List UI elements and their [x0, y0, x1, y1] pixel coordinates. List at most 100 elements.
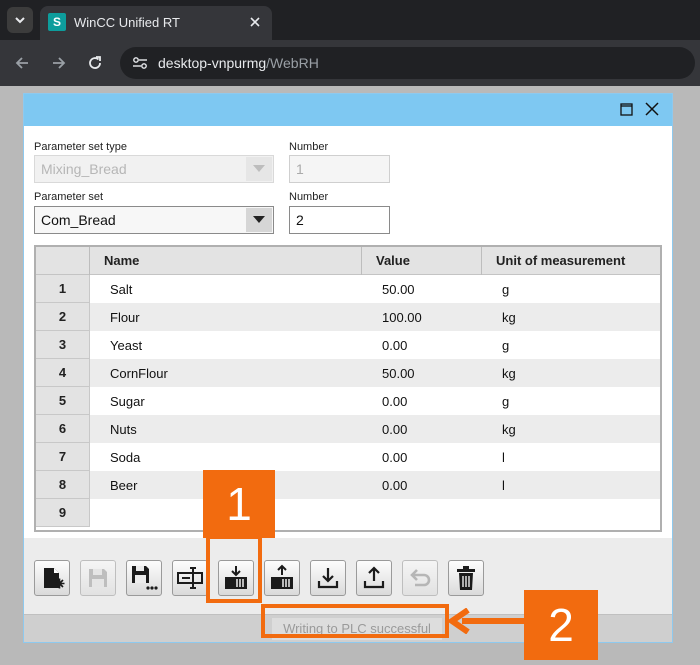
save-button[interactable] — [80, 560, 116, 596]
tune-icon — [133, 57, 147, 69]
maximize-button[interactable] — [618, 101, 634, 117]
number-label: Number — [289, 141, 329, 153]
arrow-left-icon — [15, 57, 28, 69]
rename-button[interactable] — [172, 560, 208, 596]
export-button[interactable] — [356, 560, 392, 596]
table-row[interactable]: 1 Salt 50.00 g — [36, 275, 660, 303]
dialog-title-bar[interactable] — [24, 94, 672, 126]
save-as-icon — [132, 566, 158, 590]
highlight-write-button — [206, 535, 262, 603]
cell-name: CornFlour — [110, 366, 168, 381]
tab-close-button[interactable] — [246, 13, 264, 31]
triangle-down-icon — [253, 216, 265, 223]
new-recipe-button[interactable] — [34, 560, 70, 596]
new-recipe-icon — [44, 568, 65, 589]
table-row[interactable]: 7 Soda 0.00 l — [36, 443, 660, 471]
cell-value[interactable]: 50.00 — [382, 275, 415, 303]
row-number: 3 — [36, 331, 90, 359]
table-row[interactable]: 6 Nuts 0.00 kg — [36, 415, 660, 443]
import-icon — [317, 568, 339, 589]
callout-step-2: 2 — [524, 590, 598, 660]
parameter-set-label: Parameter set — [34, 191, 104, 203]
number-label: Number — [289, 191, 329, 203]
parameter-set-type-label: Parameter set type — [34, 141, 127, 153]
browser-tab[interactable]: S WinCC Unified RT — [40, 6, 272, 40]
cell-value[interactable]: 0.00 — [382, 471, 407, 499]
corner-header — [36, 247, 90, 275]
cell-value[interactable]: 0.00 — [382, 415, 407, 443]
dialog-close-button[interactable] — [644, 101, 660, 117]
address-bar[interactable]: desktop-vnpurmg/WebRH — [120, 47, 695, 79]
cell-unit: l — [502, 450, 505, 465]
row-number: 6 — [36, 415, 90, 443]
cell-value[interactable]: 0.00 — [382, 387, 407, 415]
recipe-parameter-table: Name Value Unit of measurement 1 Salt 50… — [34, 245, 662, 532]
url-text: desktop-vnpurmg/WebRH — [158, 55, 319, 71]
maximize-icon — [619, 102, 633, 116]
column-header-name[interactable]: Name — [90, 247, 362, 275]
parameter-set-combo[interactable]: Com_Bread — [34, 206, 274, 234]
trash-icon — [457, 566, 475, 590]
callout-step-1: 1 — [203, 470, 275, 538]
back-button[interactable] — [10, 51, 34, 75]
cell-unit: l — [502, 478, 505, 493]
triangle-down-icon — [253, 165, 265, 172]
row-number: 9 — [36, 499, 90, 527]
cell-name: Sugar — [110, 394, 145, 409]
reload-icon — [89, 56, 101, 69]
dialog-content: Parameter set type Mixing_Bread Number 1… — [24, 126, 672, 538]
cell-value[interactable]: 50.00 — [382, 359, 415, 387]
close-icon — [250, 17, 260, 27]
url-path: /WebRH — [266, 55, 319, 71]
tab-title: WinCC Unified RT — [74, 15, 180, 30]
cell-unit: g — [502, 338, 510, 353]
export-icon — [363, 566, 385, 589]
tab-search-button[interactable] — [7, 7, 33, 33]
cell-value[interactable]: 100.00 — [382, 303, 422, 331]
row-number: 8 — [36, 471, 90, 499]
read-from-plc-button[interactable] — [264, 560, 300, 596]
column-header-unit[interactable]: Unit of measurement — [482, 247, 660, 275]
table-row[interactable]: 3 Yeast 0.00 g — [36, 331, 660, 359]
cell-unit: g — [502, 394, 510, 409]
browser-toolbar: desktop-vnpurmg/WebRH — [0, 40, 700, 86]
table-row[interactable]: 5 Sugar 0.00 g — [36, 387, 660, 415]
save-as-button[interactable] — [126, 560, 162, 596]
arrow-right-icon — [53, 57, 66, 69]
save-icon — [89, 569, 107, 587]
row-number: 5 — [36, 387, 90, 415]
cell-value[interactable]: 0.00 — [382, 331, 407, 359]
app-favicon-icon: S — [48, 13, 66, 31]
cell-value[interactable]: 0.00 — [382, 443, 407, 471]
table-body: 1 Salt 50.00 g 2 Flour 100.00 kg 3 Yeast — [36, 275, 660, 530]
cell-unit: kg — [502, 310, 516, 325]
parameter-set-type-number: 1 — [289, 155, 390, 183]
parameter-set-type-combo: Mixing_Bread — [34, 155, 274, 183]
chevron-down-icon — [15, 17, 25, 24]
rename-icon — [177, 567, 203, 589]
read-from-plc-icon — [271, 564, 293, 589]
dropdown-button[interactable] — [246, 208, 272, 232]
table-row[interactable]: 4 CornFlour 50.00 kg — [36, 359, 660, 387]
table-row[interactable]: 9 — [36, 499, 660, 527]
parameter-set-value: Com_Bread — [41, 212, 116, 228]
cell-unit: kg — [502, 366, 516, 381]
parameter-set-number-input[interactable]: 2 — [289, 206, 390, 234]
page-background: Parameter set type Mixing_Bread Number 1… — [0, 86, 700, 665]
reload-button[interactable] — [83, 51, 107, 75]
cell-name: Salt — [110, 282, 133, 297]
table-header: Name Value Unit of measurement — [36, 247, 660, 275]
cell-name: Beer — [110, 478, 138, 493]
row-number: 4 — [36, 359, 90, 387]
cell-unit: kg — [502, 422, 516, 437]
browser-tab-bar: S WinCC Unified RT — [0, 0, 700, 40]
table-row[interactable]: 8 Beer 0.00 l — [36, 471, 660, 499]
forward-button[interactable] — [47, 51, 71, 75]
undo-button[interactable] — [402, 560, 438, 596]
import-button[interactable] — [310, 560, 346, 596]
close-icon — [645, 102, 659, 116]
table-row[interactable]: 2 Flour 100.00 kg — [36, 303, 660, 331]
column-header-value[interactable]: Value — [362, 247, 482, 275]
site-info-button[interactable] — [128, 52, 152, 74]
delete-button[interactable] — [448, 560, 484, 596]
